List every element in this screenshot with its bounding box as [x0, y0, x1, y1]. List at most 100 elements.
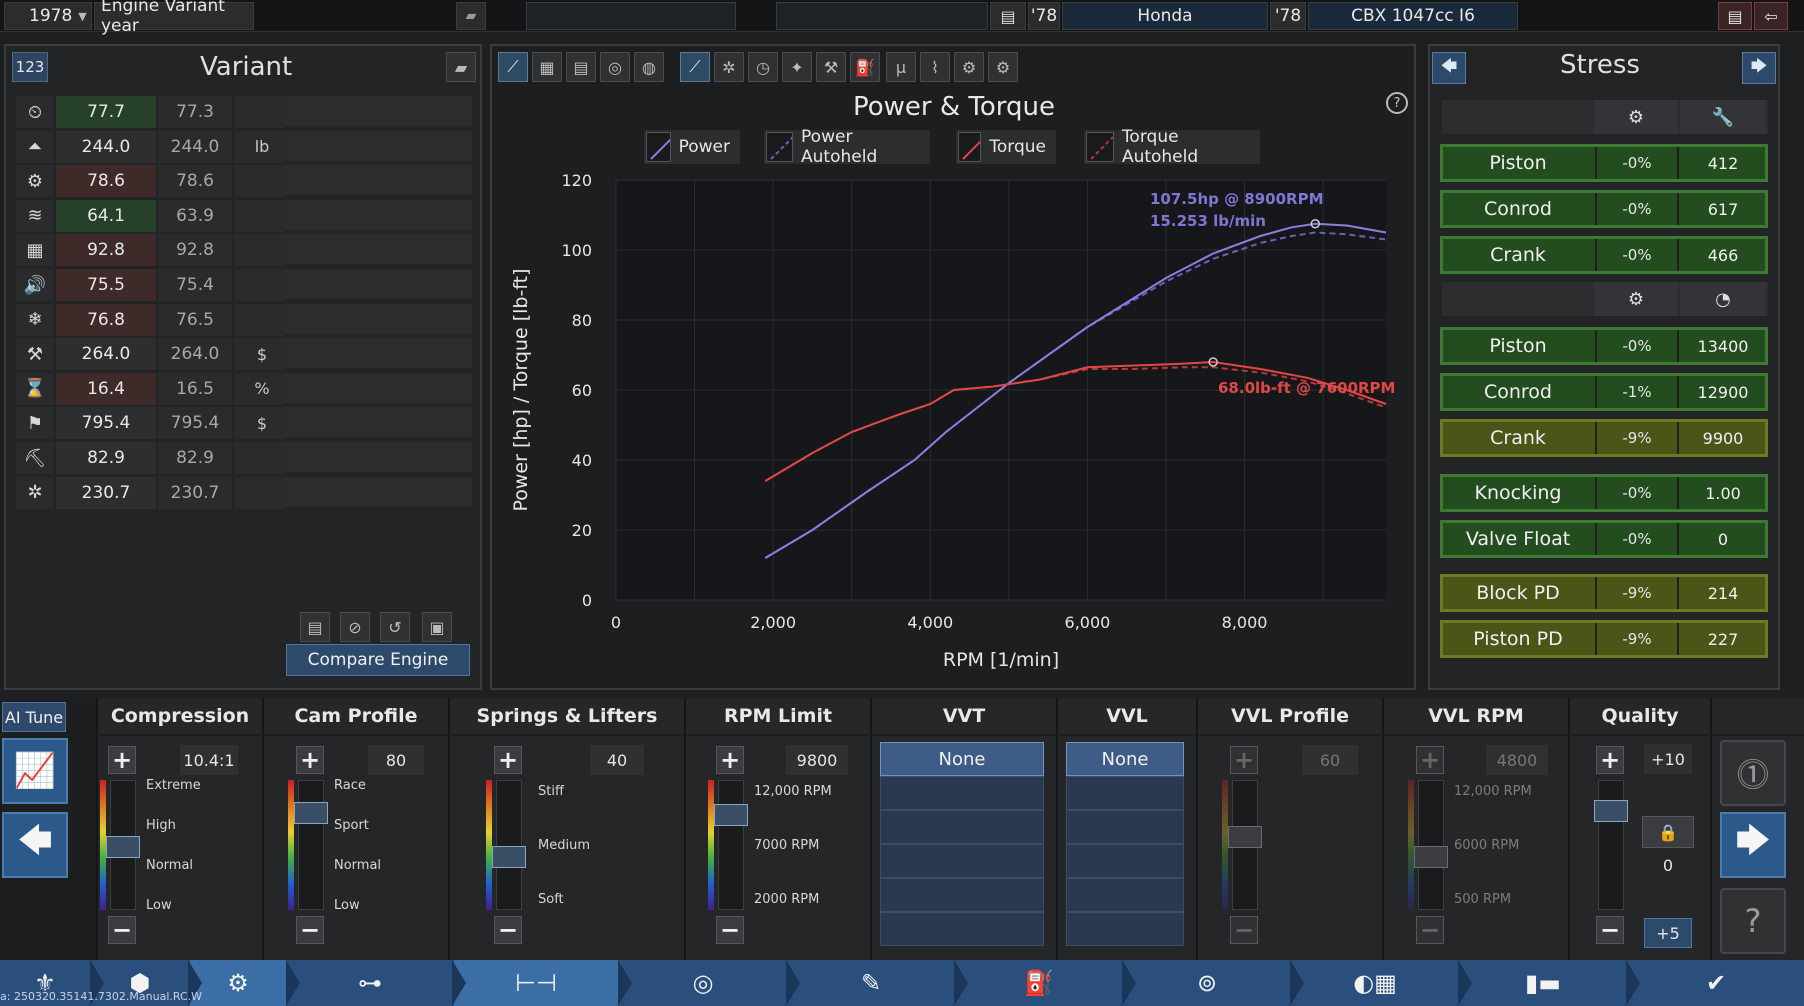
vvl-rpm-plus-button[interactable]: + — [1416, 746, 1444, 774]
stress-header-2: ⚙ ◔ — [1442, 282, 1768, 316]
vvl-rpm-slider-handle[interactable] — [1414, 846, 1448, 868]
stress-row: Crank -0% 466 — [1440, 236, 1768, 274]
vvl-option-none[interactable]: None — [1066, 742, 1184, 776]
springs-slider-track[interactable] — [496, 780, 522, 910]
rpm-label-high: 12,000 RPM — [754, 784, 832, 799]
quality-step-value[interactable]: +5 — [1644, 918, 1692, 948]
nav-aspiration[interactable]: ◎ — [620, 960, 786, 1006]
prev-step-button[interactable]: 🡄 — [2, 812, 68, 878]
arrow-right-icon: 🡆 — [1750, 55, 1768, 75]
springs-minus-button[interactable]: − — [494, 916, 522, 944]
vvt-title: VVT — [872, 698, 1056, 736]
rpm-minus-button[interactable]: − — [716, 916, 744, 944]
stress-name: Piston — [1489, 335, 1547, 357]
quality-lock-button[interactable]: 🔒 — [1642, 816, 1694, 848]
cam-gradient — [288, 780, 294, 910]
stress-name: Conrod — [1483, 198, 1552, 220]
y-tick-label: 60 — [572, 381, 592, 400]
quality-plus-button[interactable]: + — [1596, 746, 1624, 774]
vvl-rpm-label-mid: 6000 RPM — [1454, 838, 1520, 853]
springs-value[interactable]: 40 — [590, 745, 644, 775]
vvl-option-3[interactable] — [1066, 810, 1184, 844]
vvl-option-4[interactable] — [1066, 844, 1184, 878]
vvl-rpm-minus-button[interactable]: − — [1416, 916, 1444, 944]
compression-title: Compression — [98, 698, 262, 736]
help-button[interactable]: ? — [1720, 888, 1786, 954]
vvt-option-none[interactable]: None — [880, 742, 1044, 776]
warning-button[interactable]: ⓵ — [1720, 740, 1786, 806]
stress-value: 214 — [1707, 583, 1739, 603]
stress-prev-button[interactable]: 🡄 — [1432, 52, 1466, 84]
cam-minus-button[interactable]: − — [296, 916, 324, 944]
ai-tune-button[interactable]: AI Tune — [2, 702, 66, 732]
x-tick-label: 2,000 — [750, 613, 796, 632]
stress-row: Conrod -0% 617 — [1440, 190, 1768, 228]
vvt-option-4[interactable] — [880, 844, 1044, 878]
stress-row: Valve Float -0% 0 — [1440, 520, 1768, 558]
vvl-profile-minus-button[interactable]: − — [1230, 916, 1258, 944]
compression-plus-button[interactable]: + — [108, 746, 136, 774]
torque-peak-label: 68.0lb-ft @ 7600RPM — [1218, 379, 1395, 397]
nav-fuel[interactable]: ⛽ — [956, 960, 1122, 1006]
cam-slider-track[interactable] — [298, 780, 324, 910]
nav-fuel-system[interactable]: ✎ — [788, 960, 954, 1006]
nav-separator — [1458, 960, 1472, 1006]
dyno-icon: ◐▦ — [1353, 969, 1397, 997]
cam-slider-handle[interactable] — [294, 802, 328, 824]
chart-view-button[interactable]: 📈 — [2, 738, 68, 804]
vvt-option-2[interactable] — [880, 776, 1044, 810]
stress-name: Piston PD — [1473, 628, 1563, 650]
springs-slider-handle[interactable] — [492, 846, 526, 868]
springs-label-soft: Soft — [538, 892, 564, 907]
quality-lock-value: 0 — [1662, 855, 1674, 875]
springs-plus-button[interactable]: + — [494, 746, 522, 774]
cam-profile-title: Cam Profile — [264, 698, 448, 736]
cam-plus-button[interactable]: + — [296, 746, 324, 774]
rpm-value[interactable]: 9800 — [786, 745, 848, 775]
compression-minus-button[interactable]: − — [108, 916, 136, 944]
vvl-profile-value[interactable]: 60 — [1302, 745, 1358, 775]
compression-slider-handle[interactable] — [106, 836, 140, 858]
crankshaft-icon: ⊶ — [358, 969, 382, 997]
nav-top-end[interactable]: ⚙ — [190, 960, 286, 1006]
vvl-option-5[interactable] — [1066, 878, 1184, 912]
vvl-profile-plus-button[interactable]: + — [1230, 746, 1258, 774]
cam-label-sport: Sport — [334, 818, 369, 833]
vvl-rpm-slider-track[interactable] — [1418, 780, 1444, 910]
y-tick-label: 40 — [572, 451, 592, 470]
vvl-profile-slider-handle[interactable] — [1228, 826, 1262, 848]
vvt-option-3[interactable] — [880, 810, 1044, 844]
nav-separator — [954, 960, 968, 1006]
stress-next-button[interactable]: 🡆 — [1742, 52, 1776, 84]
nav-tuning[interactable]: ⊢⊣ — [454, 960, 618, 1006]
cam-value[interactable]: 80 — [368, 745, 424, 775]
vvt-option-6[interactable] — [880, 912, 1044, 946]
rpm-limit-title: RPM Limit — [686, 698, 870, 736]
nav-finish[interactable]: ✔ — [1628, 960, 1804, 1006]
nav-bottom-end[interactable]: ⊶ — [288, 960, 452, 1006]
rpm-slider-handle[interactable] — [714, 804, 748, 826]
nav-exhaust[interactable]: ⊚ — [1124, 960, 1290, 1006]
vvl-rpm-value[interactable]: 4800 — [1486, 745, 1548, 775]
y-tick-label: 20 — [572, 521, 592, 540]
nav-summary[interactable]: ▮▬ — [1460, 960, 1626, 1006]
tuning-icon: ⚙ — [227, 969, 249, 997]
graph-icon: 📈 — [13, 751, 57, 791]
stress-value: 617 — [1707, 199, 1739, 219]
stress-value: 466 — [1707, 245, 1739, 265]
vvl-option-2[interactable] — [1066, 776, 1184, 810]
stress-name: Block PD — [1476, 582, 1560, 604]
lock-icon: 🔒 — [1658, 822, 1678, 842]
stress-header-1: ⚙ 🔧 — [1442, 100, 1768, 134]
y-tick-label: 120 — [561, 171, 592, 190]
x-tick-label: 4,000 — [907, 613, 953, 632]
nav-testing[interactable]: ◐▦ — [1292, 960, 1458, 1006]
compression-value[interactable]: 10.4:1 — [180, 745, 238, 775]
rpm-plus-button[interactable]: + — [716, 746, 744, 774]
quality-minus-button[interactable]: − — [1596, 916, 1624, 944]
vvt-option-5[interactable] — [880, 878, 1044, 912]
rpm-slider-track[interactable] — [718, 780, 744, 910]
next-step-button[interactable]: 🡆 — [1720, 812, 1786, 878]
quality-slider-handle[interactable] — [1594, 800, 1628, 822]
vvl-option-6[interactable] — [1066, 912, 1184, 946]
